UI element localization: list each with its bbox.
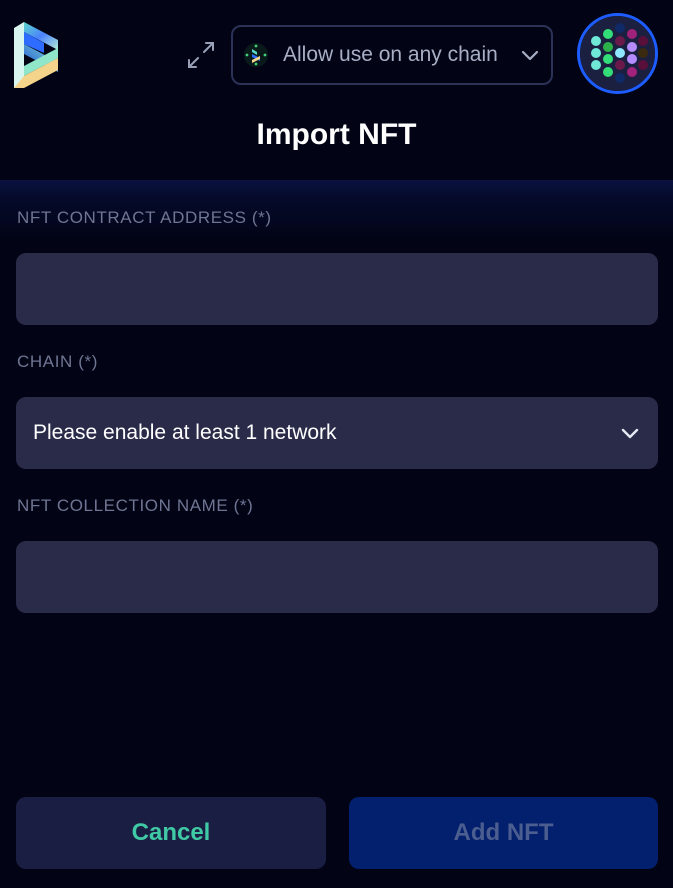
cancel-button[interactable]: Cancel	[16, 797, 326, 869]
collection-name-input[interactable]	[16, 541, 658, 613]
import-nft-form: NFT CONTRACT ADDRESS (*) CHAIN (*) Pleas…	[0, 180, 673, 888]
contract-address-input[interactable]	[16, 253, 658, 325]
chevron-down-icon	[621, 428, 639, 439]
chevron-down-icon	[521, 50, 539, 61]
avatar-pattern-icon	[580, 16, 655, 91]
chain-selector-label: Allow use on any chain	[283, 43, 498, 66]
contract-address-label: NFT CONTRACT ADDRESS (*)	[17, 208, 272, 227]
import-nft-screen: Allow use on any chain Import NFT NFT CO…	[0, 0, 673, 888]
chain-select-value: Please enable at least 1 network	[33, 421, 337, 444]
account-avatar[interactable]	[577, 13, 658, 94]
app-logo	[14, 22, 58, 88]
chain-select[interactable]: Please enable at least 1 network	[16, 397, 658, 469]
add-nft-button[interactable]: Add NFT	[349, 797, 658, 869]
header: Allow use on any chain Import NFT	[0, 0, 673, 180]
chain-label: CHAIN (*)	[17, 352, 98, 371]
collection-name-label: NFT COLLECTION NAME (*)	[17, 496, 254, 515]
chain-selector-button[interactable]: Allow use on any chain	[231, 25, 553, 85]
page-title: Import NFT	[256, 118, 417, 151]
expand-icon[interactable]	[186, 40, 216, 70]
chain-logo-icon	[244, 43, 268, 67]
